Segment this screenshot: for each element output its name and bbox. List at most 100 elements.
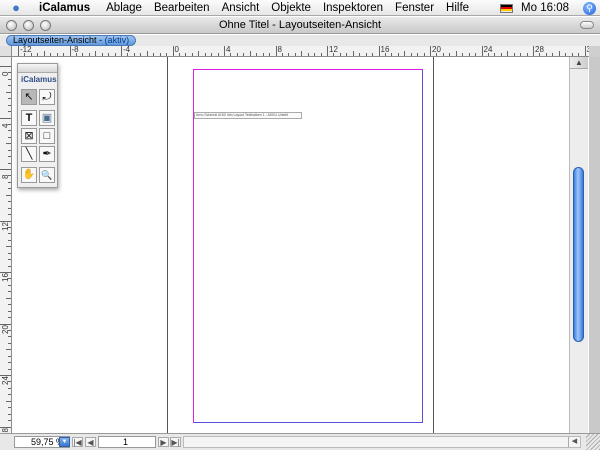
- ruler-tick: [314, 53, 316, 56]
- first-page-icon[interactable]: |◀: [72, 437, 83, 447]
- rotate-icon[interactable]: ⤾: [39, 89, 55, 105]
- spotlight-icon[interactable]: ⚲: [583, 1, 596, 15]
- ruler-tick: [8, 355, 11, 357]
- previous-page-icon[interactable]: ◀: [85, 437, 96, 447]
- last-page-icon[interactable]: ▶|: [170, 437, 181, 447]
- page-margin-guides: [193, 69, 423, 423]
- toolbar-toggle-button[interactable]: [580, 21, 594, 29]
- page-number-field[interactable]: 1: [98, 436, 156, 448]
- ruler-tick: [333, 53, 335, 56]
- ruler-tick: [301, 51, 303, 56]
- arrow-icon[interactable]: ↖: [21, 89, 37, 105]
- rectangle-icon[interactable]: □: [39, 128, 55, 144]
- pasteboard-edge-left: [167, 57, 168, 433]
- menu-bearbeiten[interactable]: Bearbeiten: [148, 0, 216, 16]
- ruler-tick: [37, 53, 39, 56]
- text-frame[interactable]: Arno Schmidt #150 Info Layout Textbalken…: [194, 112, 302, 119]
- ruler-tick: [166, 53, 168, 56]
- ruler-tick: [243, 53, 245, 56]
- german-flag-icon[interactable]: [500, 3, 514, 13]
- ruler-tick: [262, 53, 264, 56]
- apple-menu-icon[interactable]: ●: [9, 0, 23, 15]
- ruler-tick: [8, 381, 11, 383]
- vertical-scrollbar[interactable]: ▲: [569, 57, 588, 433]
- picture-frame-icon[interactable]: ⊠: [21, 128, 37, 144]
- pen-icon[interactable]: ✒: [39, 146, 55, 162]
- close-window-button[interactable]: [6, 20, 17, 31]
- ruler-tick: [56, 53, 58, 56]
- ruler-tick: [526, 53, 528, 56]
- ruler-tick: [539, 53, 541, 56]
- menu-hilfe[interactable]: Hilfe: [440, 0, 475, 16]
- ruler-tick: [307, 53, 309, 56]
- layout-canvas[interactable]: Arno Schmidt #150 Info Layout Textbalken…: [13, 57, 568, 433]
- ruler-tick: [8, 188, 11, 190]
- ruler-tick: [552, 53, 554, 56]
- menu-extras: Mo 16:08 ⚲: [500, 0, 600, 16]
- menu-clock[interactable]: Mo 16:08: [521, 2, 569, 14]
- resize-grip-icon[interactable]: [586, 434, 600, 450]
- ruler-tick: [8, 278, 11, 280]
- ruler-tick: [159, 53, 161, 56]
- ruler-tick: [63, 53, 65, 56]
- ruler-tick: [500, 53, 502, 56]
- ruler-tick: [8, 156, 11, 158]
- text-tool-icon[interactable]: T: [21, 110, 37, 126]
- ruler-tick: [8, 214, 11, 216]
- ruler-tick: [0, 117, 11, 119]
- menu-ablage[interactable]: Ablage: [100, 0, 148, 16]
- line-icon[interactable]: ╲: [21, 146, 37, 162]
- zoom-dropdown-icon[interactable]: ▼: [59, 437, 70, 447]
- ruler-tick: [95, 51, 97, 56]
- ruler-tick: [0, 272, 11, 273]
- ruler-tick: [185, 53, 187, 56]
- ruler-tick: [69, 46, 71, 56]
- vertical-scroll-thumb[interactable]: [573, 167, 584, 342]
- scroll-left-icon[interactable]: ◀: [568, 437, 580, 447]
- ruler-tick: [320, 53, 322, 56]
- ruler-tick: [6, 143, 11, 145]
- ruler-tick: [8, 149, 11, 151]
- menu-app-name[interactable]: iCalamus: [33, 0, 96, 16]
- minimize-window-button[interactable]: [23, 20, 34, 31]
- ruler-tick: [533, 46, 534, 56]
- ruler-tick: [8, 259, 11, 261]
- vertical-ruler[interactable]: 0 4 8 12 16 20 24 28: [0, 57, 12, 433]
- ruler-tick: [8, 291, 11, 293]
- menu-objekte[interactable]: Objekte: [265, 0, 317, 16]
- ruler-tick: [0, 66, 11, 67]
- menu-inspektoren[interactable]: Inspektoren: [317, 0, 389, 16]
- window-title-bar: Ohne Titel - Layoutseiten-Ansicht: [0, 17, 600, 34]
- scroll-up-icon[interactable]: ▲: [570, 57, 588, 69]
- ruler-tick: [8, 362, 11, 364]
- ruler-tick: [281, 53, 283, 56]
- ruler-tick: [372, 53, 374, 56]
- image-tool-icon[interactable]: ▣: [39, 110, 55, 126]
- menu-ansicht[interactable]: Ansicht: [216, 0, 266, 16]
- ruler-tick: [339, 53, 341, 56]
- zoom-window-button[interactable]: [40, 20, 51, 31]
- next-page-icon[interactable]: ▶: [158, 437, 169, 447]
- status-bar: 59,75 % ▼ |◀ ◀ 1 ▶ ▶| ◀: [0, 433, 600, 450]
- magnifier-icon[interactable]: 🔍: [39, 167, 55, 183]
- ruler-tick: [578, 53, 580, 56]
- menu-bar: ● iCalamus Ablage Bearbeiten Ansicht Obj…: [0, 0, 600, 16]
- ruler-tick: [140, 53, 142, 56]
- ruler-tick: [8, 136, 11, 138]
- horizontal-ruler[interactable]: -12-8-4048121620242832: [12, 46, 589, 57]
- palette-title-bar[interactable]: [18, 64, 57, 73]
- ruler-tick: [146, 51, 148, 56]
- ruler-corner[interactable]: [0, 46, 12, 57]
- tab-layoutseiten-ansicht[interactable]: Layoutseiten-Ansicht - (aktiv): [6, 35, 137, 46]
- window-controls: [6, 20, 51, 31]
- ruler-tick: [127, 53, 129, 56]
- ruler-tick: [0, 375, 11, 376]
- ruler-tick: [545, 53, 547, 56]
- ruler-tick: [256, 53, 258, 56]
- horizontal-scrollbar[interactable]: ◀: [183, 436, 581, 448]
- ruler-tick: [8, 104, 11, 106]
- menu-fenster[interactable]: Fenster: [389, 0, 440, 16]
- hand-icon[interactable]: ✋: [21, 167, 37, 183]
- ruler-tick: [50, 53, 52, 56]
- window-title: Ohne Titel - Layoutseiten-Ansicht: [218, 19, 382, 31]
